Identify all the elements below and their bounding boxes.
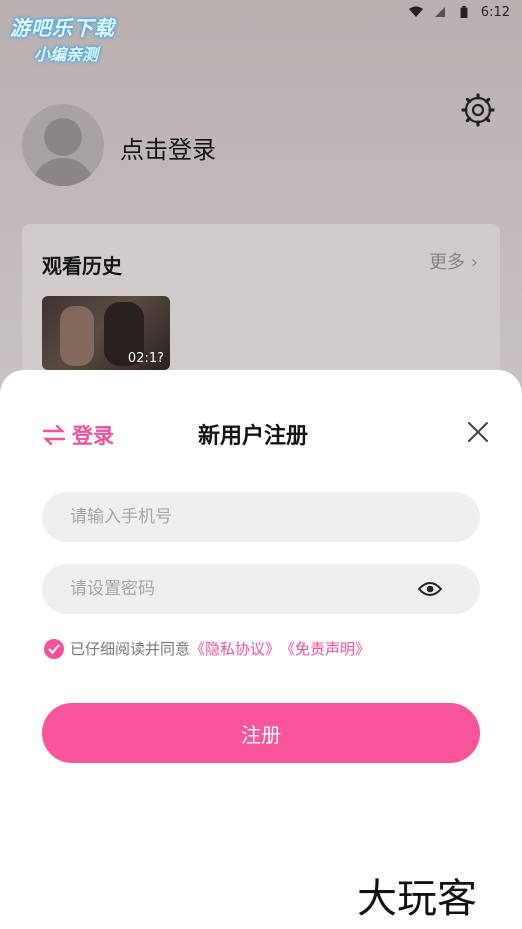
agreement-checkbox[interactable] [44, 638, 64, 659]
more-label: 更多 [429, 252, 466, 273]
register-button[interactable]: 注册 [42, 703, 480, 763]
brand-watermark: 大玩客 [357, 876, 477, 922]
avatar-body [32, 158, 94, 186]
gear-icon[interactable] [460, 92, 496, 128]
disclaimer-link[interactable]: 《免责声明》 [280, 638, 370, 659]
history-title: 观看历史 [42, 254, 122, 278]
history-item-thumbnail[interactable]: 02:1? [42, 296, 170, 370]
watermark-line1: 游吧乐下载 [10, 16, 115, 40]
wifi-icon [408, 6, 423, 17]
switch-to-login-button[interactable]: 登录 [42, 420, 114, 450]
check-icon [48, 643, 60, 654]
watermark-line2: 小编亲测 [34, 45, 99, 64]
login-link[interactable]: 点击登录 [120, 130, 216, 165]
more-link[interactable]: 更多 › [429, 248, 478, 274]
signal-icon [434, 7, 445, 17]
avatar-head [44, 118, 82, 156]
privacy-link[interactable]: 《隐私协议》 [190, 638, 280, 659]
register-sheet: 登录 新用户注册 已仔细阅读并同意 《隐私协议》 《免责声明》 注册 大玩客 [0, 370, 522, 929]
status-time: 6:12 [480, 4, 510, 20]
avatar[interactable] [22, 104, 104, 186]
chevron-right-icon: › [470, 252, 478, 273]
agreement-text: 已仔细阅读并同意 [70, 640, 191, 658]
swap-icon [42, 425, 66, 445]
watermark-logo: 游吧乐下载 小编亲测 [10, 12, 144, 64]
close-icon[interactable] [466, 420, 490, 444]
switch-label: 登录 [72, 424, 114, 448]
history-card: 观看历史 更多 › 02:1? [22, 224, 500, 394]
video-duration: 02:1? [127, 351, 164, 366]
thumbnail-figure [60, 306, 94, 366]
battery-icon [460, 6, 468, 18]
phone-input[interactable] [42, 492, 480, 542]
agreement-row: 已仔细阅读并同意 《隐私协议》 《免责声明》 [44, 638, 370, 659]
sheet-title: 新用户注册 [198, 424, 309, 449]
eye-icon[interactable] [418, 580, 442, 598]
password-input[interactable] [42, 564, 480, 614]
